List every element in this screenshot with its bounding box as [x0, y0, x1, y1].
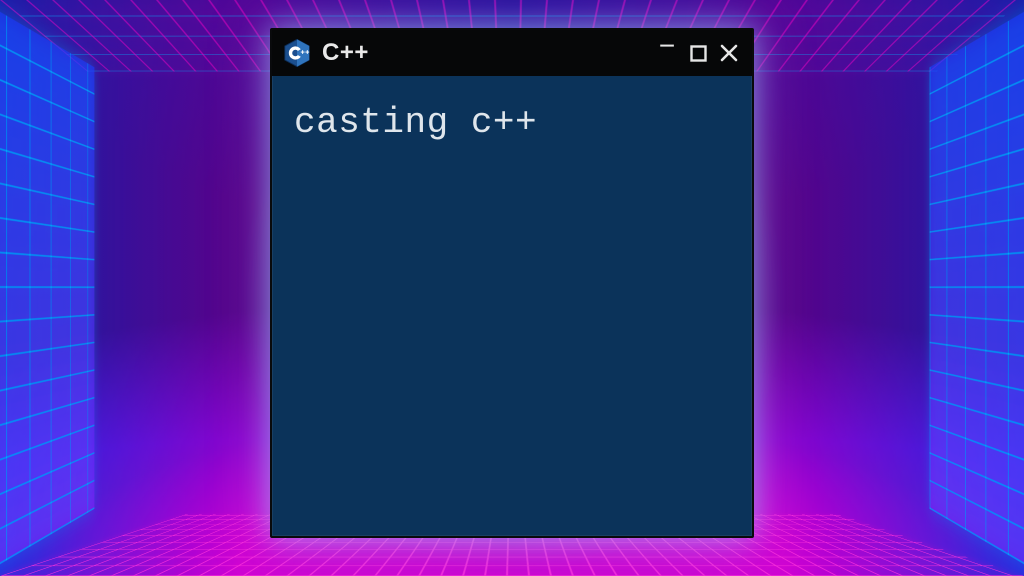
- terminal-window: C++ − casting c++: [270, 28, 754, 538]
- minimize-button[interactable]: −: [656, 35, 678, 57]
- window-title: C++: [322, 39, 369, 67]
- titlebar[interactable]: C++ −: [272, 30, 752, 76]
- window-controls: −: [656, 42, 740, 64]
- maximize-icon: [690, 45, 707, 62]
- terminal-content: casting c++: [272, 76, 752, 536]
- neon-panel-left: [0, 0, 94, 576]
- close-icon: [720, 44, 738, 62]
- cpp-logo-icon: [282, 38, 312, 68]
- terminal-text: casting c++: [294, 102, 537, 143]
- close-button[interactable]: [718, 42, 740, 64]
- neon-panel-right: [930, 0, 1024, 576]
- maximize-button[interactable]: [687, 42, 709, 64]
